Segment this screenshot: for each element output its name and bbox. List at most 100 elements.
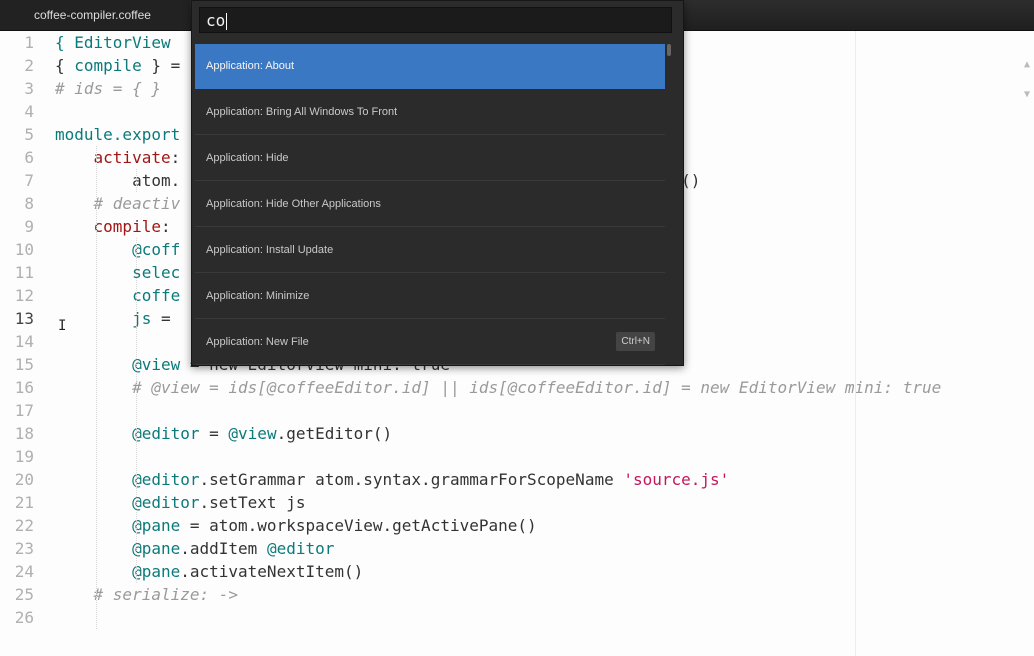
code-token: # ids = { } [55, 79, 161, 98]
chevron-up-icon[interactable]: ▲ [1024, 59, 1030, 70]
code-token: @pane [55, 539, 181, 558]
line-number: 12 [14, 286, 34, 305]
code-line: @coff [55, 238, 180, 261]
code-token: @editor [55, 470, 200, 489]
line-number: 25 [14, 585, 34, 604]
code-token: @editor [266, 539, 335, 558]
line-number: 16 [14, 378, 34, 397]
code-token: @pane [55, 516, 181, 535]
code-line: activate: [55, 146, 181, 169]
command-item[interactable]: Application: About [195, 44, 665, 89]
code-token: @pane [55, 562, 181, 581]
code-line: @pane.activateNextItem() [55, 560, 363, 583]
code-token: atom. [55, 171, 181, 190]
code-line: compile: [55, 215, 171, 238]
code-line: @editor.setText js [55, 491, 305, 514]
command-item[interactable]: Application: New File Ctrl+N [195, 320, 665, 365]
tab-title: coffee-compiler.coffee [34, 8, 151, 22]
line-number: 19 [14, 447, 34, 466]
line-number: 8 [24, 194, 34, 213]
wrap-guide [855, 31, 856, 656]
line-number: 13 [14, 309, 34, 328]
line-number: 26 [14, 608, 34, 627]
line-number: 20 [14, 470, 34, 489]
code-line: # @view = ids[@coffeeEditor.id] || ids[@… [55, 376, 941, 399]
code-token: () [681, 171, 701, 190]
line-number: 7 [24, 171, 34, 190]
line-number: 2 [24, 56, 34, 75]
code-token: = [151, 309, 171, 328]
code-token: .activateNextItem() [180, 562, 364, 581]
code-token: 'source.js' [623, 470, 730, 489]
code-token: selec [55, 263, 181, 282]
line-number: 3 [24, 79, 34, 98]
line-number: 1 [24, 33, 34, 52]
code-token: { [55, 56, 75, 75]
code-line: @editor.setGrammar atom.syntax.grammarFo… [55, 468, 729, 491]
code-line: { EditorView [55, 31, 171, 54]
line-number: 10 [14, 240, 34, 259]
line-number: 11 [14, 263, 34, 282]
code-line: @pane = atom.workspaceView.getActivePane… [55, 514, 537, 537]
command-palette: co Application: About Application: Bring … [191, 0, 684, 366]
input-caret [226, 13, 228, 30]
code-token: compile [74, 56, 142, 75]
code-token: @editor [55, 424, 200, 443]
tab-coffee-compiler[interactable]: coffee-compiler.coffee [0, 0, 190, 30]
line-number: 24 [14, 562, 34, 581]
code-token: # @view = ids[@coffeeEditor.id] || ids[@… [55, 378, 942, 397]
code-token: @coff [55, 240, 181, 259]
code-token: # serialize: -> [55, 585, 239, 604]
indent-guide [136, 169, 137, 192]
line-number: 6 [24, 148, 34, 167]
code-token: : [170, 148, 181, 167]
keyboard-shortcut: Ctrl+N [616, 332, 655, 351]
code-line: coffe [55, 284, 180, 307]
code-line: @editor = @view.getEditor() [55, 422, 392, 445]
command-label: Application: About [206, 60, 295, 72]
command-label: Application: Hide Other Applications [206, 198, 381, 210]
code-token: { EditorView [55, 33, 171, 52]
code-token: .getEditor() [276, 424, 393, 443]
line-number: 4 [24, 102, 34, 121]
line-number: 15 [14, 355, 34, 374]
line-number: 22 [14, 516, 34, 535]
code-token: .setGrammar atom.syntax.grammarForScopeN… [199, 470, 624, 489]
code-token: # deactiv [55, 194, 181, 213]
command-label: Application: Hide [206, 152, 289, 164]
code-token: .setText js [199, 493, 306, 512]
command-list-scrollbar[interactable] [667, 44, 671, 56]
line-number: 5 [24, 125, 34, 144]
code-line: js = [55, 307, 171, 330]
line-number: 18 [14, 424, 34, 443]
code-token: @editor [55, 493, 200, 512]
command-item[interactable]: Application: Minimize [195, 274, 665, 319]
code-token: compile [55, 217, 161, 236]
code-token: @view [55, 355, 181, 374]
command-item[interactable]: Application: Hide [195, 136, 665, 181]
command-label: Application: Bring All Windows To Front [206, 106, 398, 118]
code-line: # serialize: -> [55, 583, 239, 606]
command-query: co [206, 11, 226, 30]
command-item[interactable]: Application: Bring All Windows To Front [195, 90, 665, 135]
code-line: # ids = { } [55, 77, 161, 100]
command-item[interactable]: Application: Install Update [195, 228, 665, 273]
code-line: # deactiv [55, 192, 181, 215]
indent-guide [96, 146, 97, 629]
code-token: coffe [55, 286, 181, 305]
code-token: } = [141, 56, 181, 75]
line-number: 17 [14, 401, 34, 420]
chevron-down-icon[interactable]: ▼ [1024, 89, 1030, 100]
code-line: selec [55, 261, 180, 284]
code-token: module.export [55, 125, 181, 144]
indent-guide [136, 238, 137, 583]
command-label: Application: New File [206, 336, 309, 348]
command-palette-input[interactable]: co [199, 7, 672, 33]
command-item[interactable]: Application: Hide Other Applications [195, 182, 665, 227]
command-label: Application: Minimize [206, 290, 310, 302]
code-line: module.export [55, 123, 180, 146]
code-token: @view [228, 424, 277, 443]
code-token: : [160, 217, 171, 236]
line-number: 9 [24, 217, 34, 236]
code-token: = atom.workspaceView.getActivePane() [180, 516, 537, 535]
